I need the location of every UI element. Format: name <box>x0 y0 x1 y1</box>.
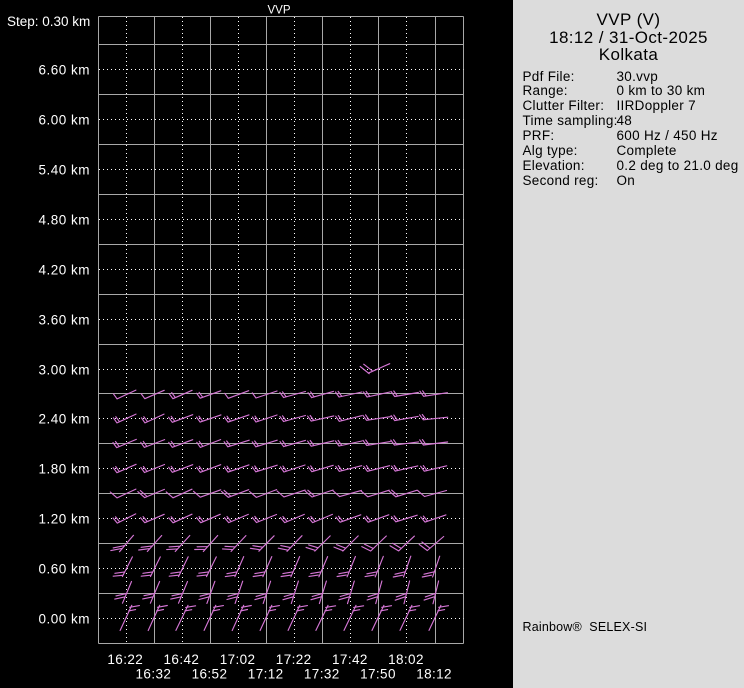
svg-text:16:22: 16:22 <box>107 652 143 667</box>
svg-text:4.80 km: 4.80 km <box>38 212 90 227</box>
svg-text:17:22: 17:22 <box>276 652 312 667</box>
svg-text:1.80 km: 1.80 km <box>38 461 90 476</box>
svg-text:16:52: 16:52 <box>192 666 228 681</box>
svg-text:5.40 km: 5.40 km <box>38 162 90 177</box>
svg-text:17:50: 17:50 <box>360 666 396 681</box>
svg-text:17:12: 17:12 <box>248 666 284 681</box>
svg-text:0.00 km: 0.00 km <box>38 611 90 626</box>
svg-text:2.40 km: 2.40 km <box>38 411 90 426</box>
svg-text:Step: 0.30 km: Step: 0.30 km <box>7 14 90 29</box>
svg-text:VVP: VVP <box>267 5 290 17</box>
svg-text:6.60 km: 6.60 km <box>38 62 90 77</box>
svg-text:17:02: 17:02 <box>220 652 256 667</box>
svg-text:16:32: 16:32 <box>136 666 172 681</box>
svg-text:4.20 km: 4.20 km <box>38 262 90 277</box>
svg-text:0.60 km: 0.60 km <box>38 561 90 576</box>
svg-text:17:32: 17:32 <box>304 666 340 681</box>
svg-text:3.00 km: 3.00 km <box>38 362 90 377</box>
svg-text:6.00 km: 6.00 km <box>38 112 90 127</box>
svg-text:1.20 km: 1.20 km <box>38 511 90 526</box>
svg-text:18:12: 18:12 <box>416 666 452 681</box>
svg-text:18:02: 18:02 <box>388 652 424 667</box>
svg-text:17:42: 17:42 <box>332 652 368 667</box>
svg-text:3.60 km: 3.60 km <box>38 312 90 327</box>
svg-text:16:42: 16:42 <box>164 652 200 667</box>
